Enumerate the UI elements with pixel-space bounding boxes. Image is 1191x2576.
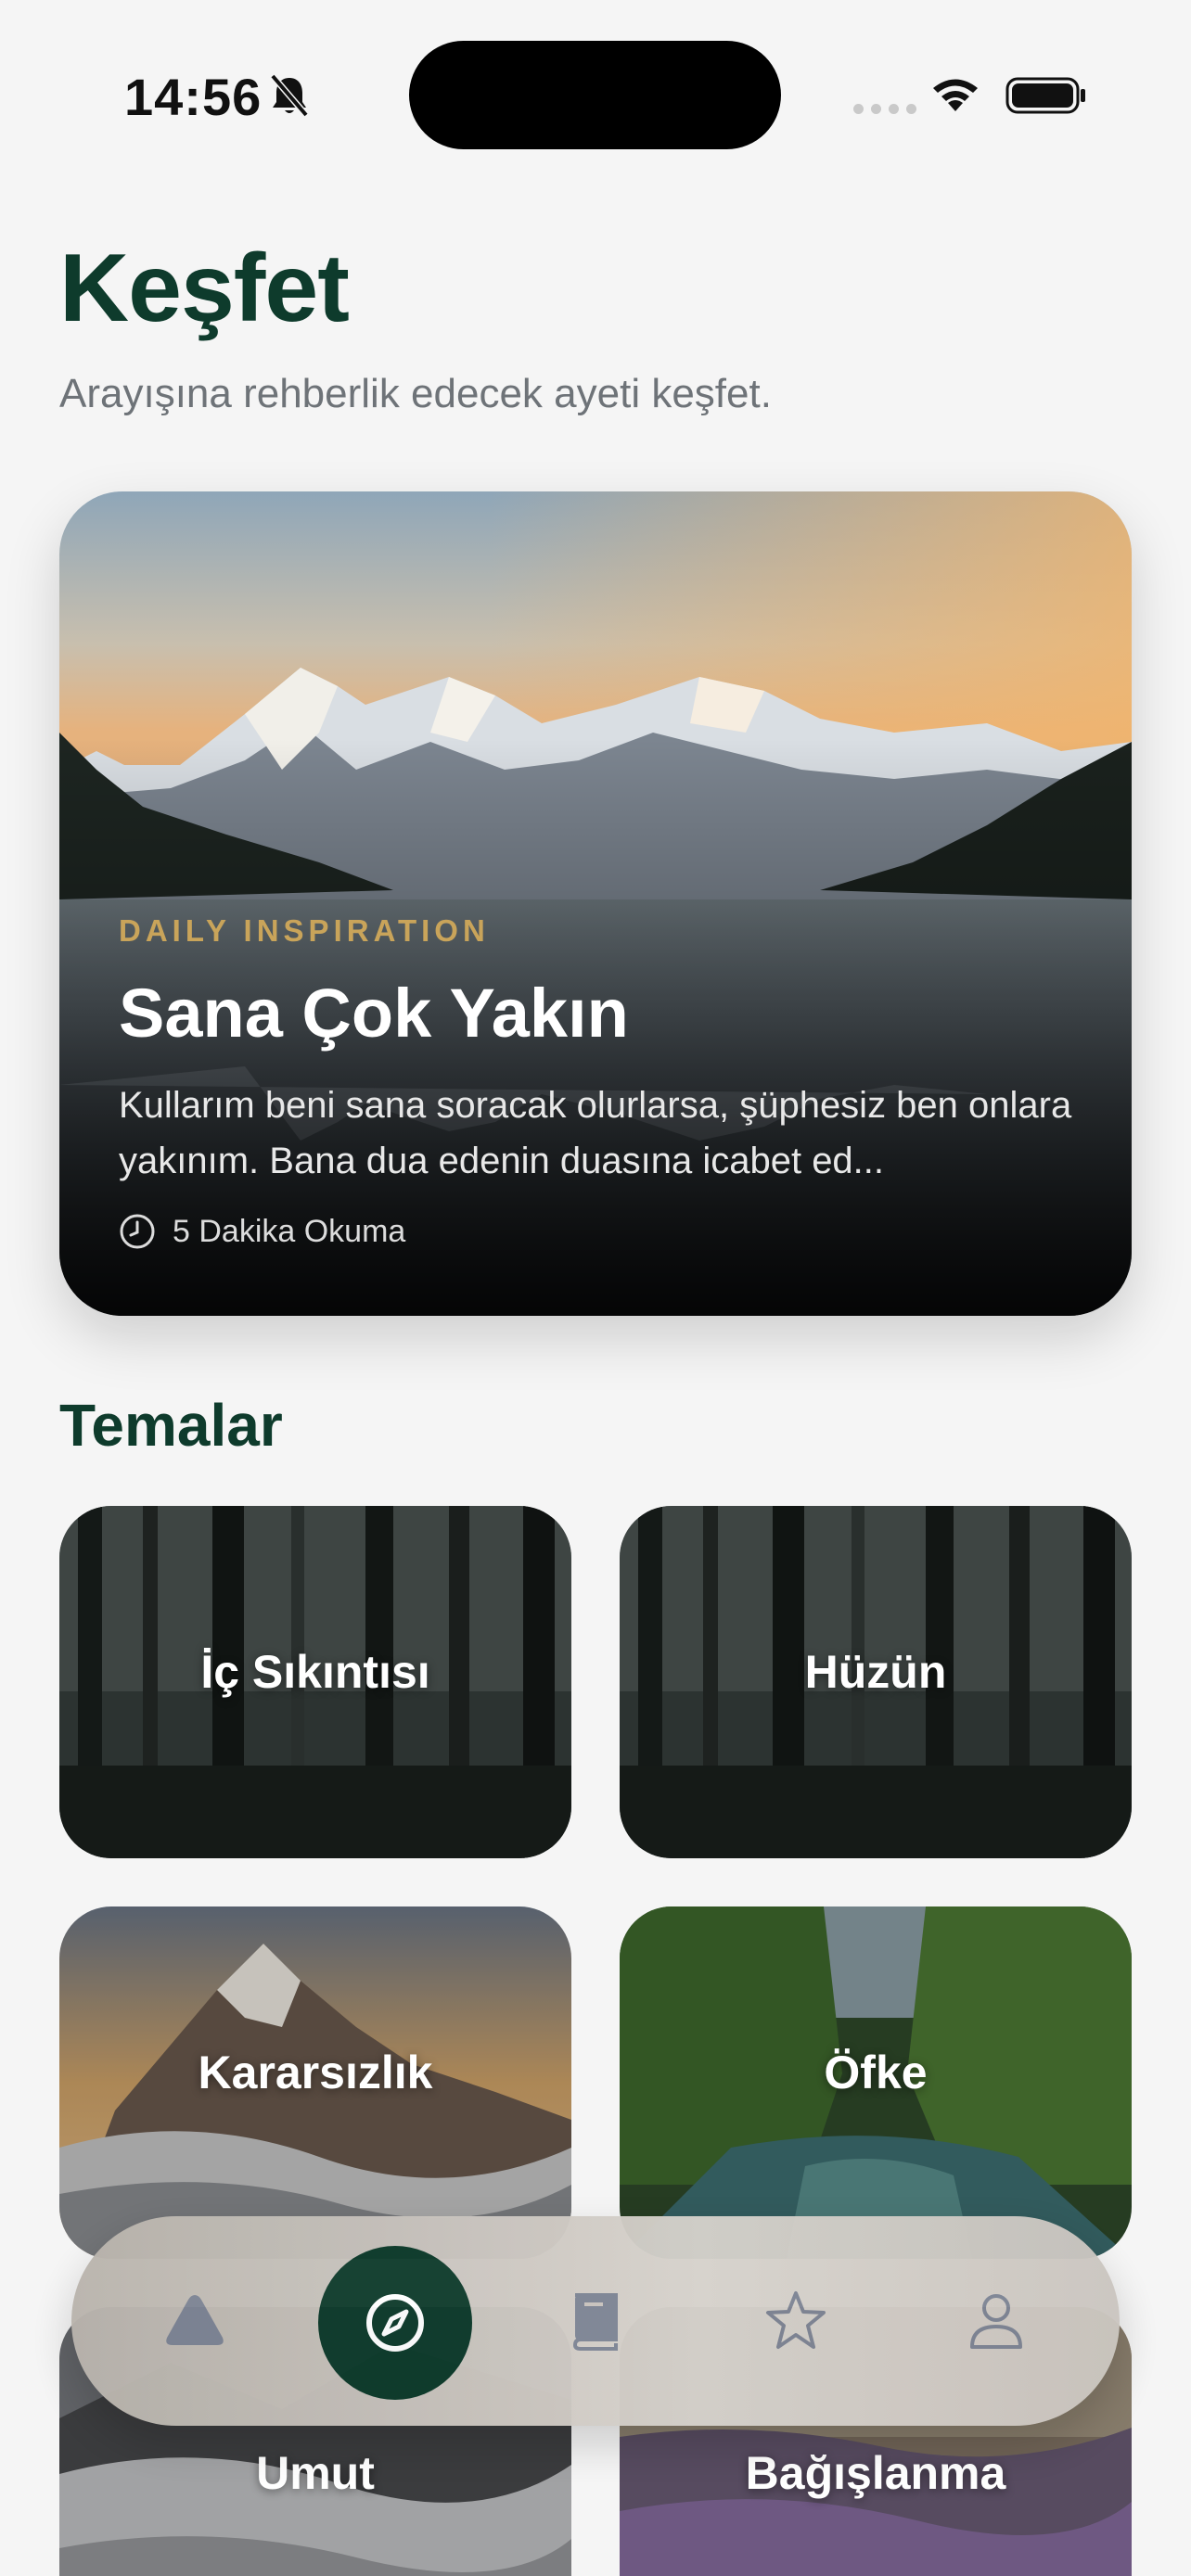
tab-library[interactable]: [519, 2216, 672, 2426]
theme-label: İç Sıkıntısı: [200, 1646, 430, 1698]
tab-home[interactable]: [118, 2216, 272, 2426]
theme-label: Kararsızlık: [198, 2047, 433, 2098]
signal-icon: [853, 104, 916, 114]
mountain-lake-image: [59, 491, 1132, 1316]
clock-icon: [120, 1214, 155, 1249]
discover-screen: 14:56 Keşfet Arayışına rehberlik edecek …: [0, 0, 1191, 2576]
theme-tile[interactable]: Kararsızlık: [59, 1906, 571, 2259]
hero-description: Kullarım beni sana soracak olurlarsa, şü…: [119, 1085, 1072, 1181]
theme-label: Bağışlanma: [745, 2447, 1006, 2499]
theme-label: Öfke: [824, 2047, 928, 2098]
person-icon: [970, 2294, 1022, 2349]
tab-discover[interactable]: [318, 2246, 472, 2400]
theme-tile[interactable]: Hüzün: [620, 1506, 1132, 1858]
theme-tile[interactable]: İç Sıkıntısı: [59, 1506, 571, 1858]
dynamic-island: [409, 41, 781, 149]
star-icon: [766, 2291, 826, 2349]
page-title: Keşfet: [59, 235, 350, 342]
triangle-icon: [166, 2295, 224, 2345]
hero-eyebrow: DAILY INSPIRATION: [119, 913, 490, 948]
tab-favorites[interactable]: [719, 2216, 873, 2426]
hero-title: Sana Çok Yakın: [119, 975, 629, 1052]
wifi-icon: [933, 79, 978, 111]
book-icon: [572, 2293, 618, 2351]
daily-inspiration-card[interactable]: DAILY INSPIRATION Sana Çok Yakın Kulları…: [59, 491, 1132, 1316]
status-time: 14:56: [124, 68, 263, 126]
status-bar: 14:56: [0, 0, 1191, 185]
tab-profile[interactable]: [919, 2216, 1073, 2426]
page-subtitle: Arayışına rehberlik edecek ayeti keşfet.: [59, 371, 772, 416]
tab-bar: [71, 2216, 1120, 2426]
read-time: 5 Dakika Okuma: [119, 1213, 405, 1250]
read-time-label: 5 Dakika Okuma: [173, 1213, 406, 1249]
themes-title: Temalar: [59, 1392, 283, 1459]
theme-tile[interactable]: Öfke: [620, 1906, 1132, 2259]
theme-label: Hüzün: [804, 1646, 947, 1698]
theme-label: Umut: [256, 2447, 375, 2499]
compass-icon: [366, 2294, 424, 2352]
bell-slash-icon: [270, 73, 309, 118]
battery-icon: [1005, 77, 1085, 114]
